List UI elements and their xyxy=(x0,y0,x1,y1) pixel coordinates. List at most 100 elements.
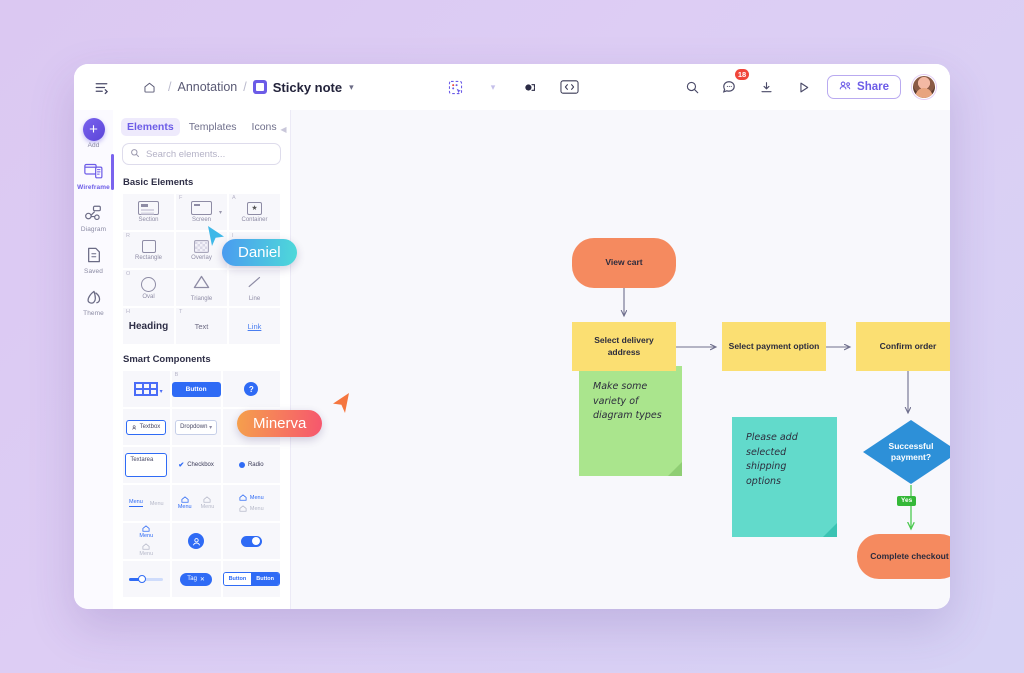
sidebar-item-wireframe[interactable]: Wireframe xyxy=(75,160,113,191)
menu-label: Menu xyxy=(200,504,215,510)
search-icon[interactable] xyxy=(679,74,705,100)
menu-label: Menu xyxy=(149,501,164,507)
chevron-down-icon[interactable]: ▾ xyxy=(349,82,354,93)
sidebar-item-theme[interactable]: Theme xyxy=(75,286,113,317)
chevron-down-icon[interactable]: ▾ xyxy=(219,209,222,216)
component-toggle[interactable] xyxy=(221,522,281,560)
flow-node-select-payment[interactable]: Select payment option xyxy=(722,322,826,371)
button-preview-label: Button xyxy=(171,381,221,397)
menu-label: Menu xyxy=(139,551,154,557)
component-menu-stacked[interactable]: Menu Menu xyxy=(221,484,281,522)
smart-components-grid: ▾ B Button ? Textbox Dropdown ▾ Textarea… xyxy=(122,370,281,598)
component-textarea[interactable]: Textarea xyxy=(122,446,171,484)
component-slider[interactable] xyxy=(122,560,171,598)
tab-icons[interactable]: Icons xyxy=(246,118,283,136)
element-rectangle[interactable]: R Rectangle xyxy=(122,231,175,269)
sticky-note-text: Make some variety of diagram types xyxy=(593,381,662,422)
rail-active-indicator xyxy=(111,154,114,190)
shortcut-key: R xyxy=(126,233,130,239)
element-label: Line xyxy=(248,295,261,302)
element-section[interactable]: Section xyxy=(122,193,175,231)
radio-label: Radio xyxy=(247,462,264,468)
component-menu-vertical[interactable]: Menu Menu xyxy=(122,522,171,560)
tab-elements[interactable]: Elements xyxy=(121,118,180,136)
component-help[interactable]: ? xyxy=(221,370,281,408)
chevron-left-icon[interactable]: ◀ xyxy=(279,123,288,136)
flow-node-complete-checkout[interactable]: Complete checkout xyxy=(857,534,950,579)
component-button[interactable]: B Button xyxy=(170,370,222,408)
check-icon: ✔ xyxy=(178,462,185,469)
shortcut-key: A xyxy=(232,195,236,201)
download-icon[interactable] xyxy=(753,74,779,100)
component-radio[interactable]: Radio xyxy=(221,446,281,484)
flow-node-select-delivery[interactable]: Select delivery address xyxy=(572,322,676,371)
search-box[interactable] xyxy=(122,143,281,165)
component-menu-underline[interactable]: Menu Menu xyxy=(122,484,171,522)
element-triangle[interactable]: Triangle xyxy=(175,269,228,307)
flow-node-successful-payment[interactable]: Successful payment? xyxy=(862,419,950,485)
element-label: Link xyxy=(247,321,262,331)
section-title-basic: Basic Elements xyxy=(123,177,194,188)
flow-node-label: Complete checkout xyxy=(870,550,949,561)
element-line[interactable]: Line xyxy=(228,269,281,307)
search-input[interactable] xyxy=(146,148,273,160)
left-rail: + Add Wireframe Diagram Saved Theme xyxy=(74,110,114,609)
menu-label: Menu xyxy=(249,494,264,501)
element-link[interactable]: Link xyxy=(228,307,281,345)
element-text[interactable]: T Text xyxy=(175,307,228,345)
tab-templates[interactable]: Templates xyxy=(183,118,243,136)
element-heading[interactable]: H Heading xyxy=(122,307,175,345)
home-icon[interactable] xyxy=(136,74,162,100)
flow-node-label: Select delivery address xyxy=(594,335,654,357)
bgrp-label-b: Button xyxy=(251,573,279,585)
container-shape-icon: ★ xyxy=(247,201,262,215)
element-label: Section xyxy=(138,217,159,223)
comment-icon[interactable]: 18 xyxy=(716,69,750,100)
close-icon: ✕ xyxy=(199,576,205,583)
component-avatar[interactable] xyxy=(170,522,222,560)
cursor-label: Minerva xyxy=(237,410,323,438)
sidebar-item-diagram[interactable]: Diagram xyxy=(75,202,113,233)
sticky-note[interactable]: Please add selected shipping options xyxy=(732,417,837,537)
diagram-icon xyxy=(83,202,105,224)
sticky-note-text: Please add selected shipping options xyxy=(746,432,798,488)
component-dropdown[interactable]: Dropdown ▾ xyxy=(170,408,222,446)
basic-elements-grid: Section F Screen ▾ A ★ Container R Recta… xyxy=(122,193,281,345)
chevron-down-icon[interactable]: ▾ xyxy=(480,74,506,100)
component-button-group[interactable]: Button Button xyxy=(221,560,281,598)
code-brackets-icon[interactable] xyxy=(556,74,582,100)
sidebar-item-label: Add xyxy=(87,142,100,149)
element-container[interactable]: A ★ Container xyxy=(228,193,281,231)
hamburger-menu-icon[interactable] xyxy=(88,74,114,100)
dropdown-preview: Dropdown ▾ xyxy=(175,419,218,435)
sidebar-item-add[interactable]: + Add xyxy=(75,117,113,149)
component-table[interactable]: ▾ xyxy=(122,370,171,408)
flow-node-confirm-order[interactable]: Confirm order xyxy=(856,322,950,371)
breadcrumb-parent[interactable]: Annotation xyxy=(177,80,237,94)
element-label: Screen xyxy=(191,217,211,223)
avatar[interactable] xyxy=(912,75,936,99)
component-menu-icons[interactable]: Menu Menu xyxy=(170,484,222,522)
connector-node-icon[interactable] xyxy=(518,74,544,100)
sidebar-item-label: Diagram xyxy=(80,226,107,233)
cursor-pointer-icon xyxy=(333,393,349,413)
sticky-note[interactable]: Make some variety of diagram types xyxy=(579,366,682,476)
search-wrap xyxy=(113,140,290,173)
wireframe-icon xyxy=(83,160,105,182)
element-oval[interactable]: O Oval xyxy=(122,269,175,307)
flow-node-view-cart[interactable]: View cart xyxy=(572,238,676,288)
canvas[interactable]: Make some variety of diagram types Pleas… xyxy=(291,110,950,609)
menu-label: Menu xyxy=(249,505,264,512)
chevron-down-icon[interactable]: ▾ xyxy=(160,388,163,395)
rectangle-shape-icon xyxy=(141,239,156,253)
component-tag[interactable]: Tag ✕ xyxy=(170,560,222,598)
component-checkbox[interactable]: ✔ Checkbox xyxy=(170,446,222,484)
section-title-smart: Smart Components xyxy=(123,354,211,365)
sidebar-item-saved[interactable]: Saved xyxy=(75,244,113,275)
share-button[interactable]: Share xyxy=(827,75,901,99)
avatar-icon xyxy=(188,533,205,549)
select-frame-icon[interactable] xyxy=(442,74,468,100)
play-icon[interactable] xyxy=(790,74,816,100)
component-textbox[interactable]: Textbox xyxy=(122,408,171,446)
chevron-down-icon: ▾ xyxy=(209,424,213,431)
